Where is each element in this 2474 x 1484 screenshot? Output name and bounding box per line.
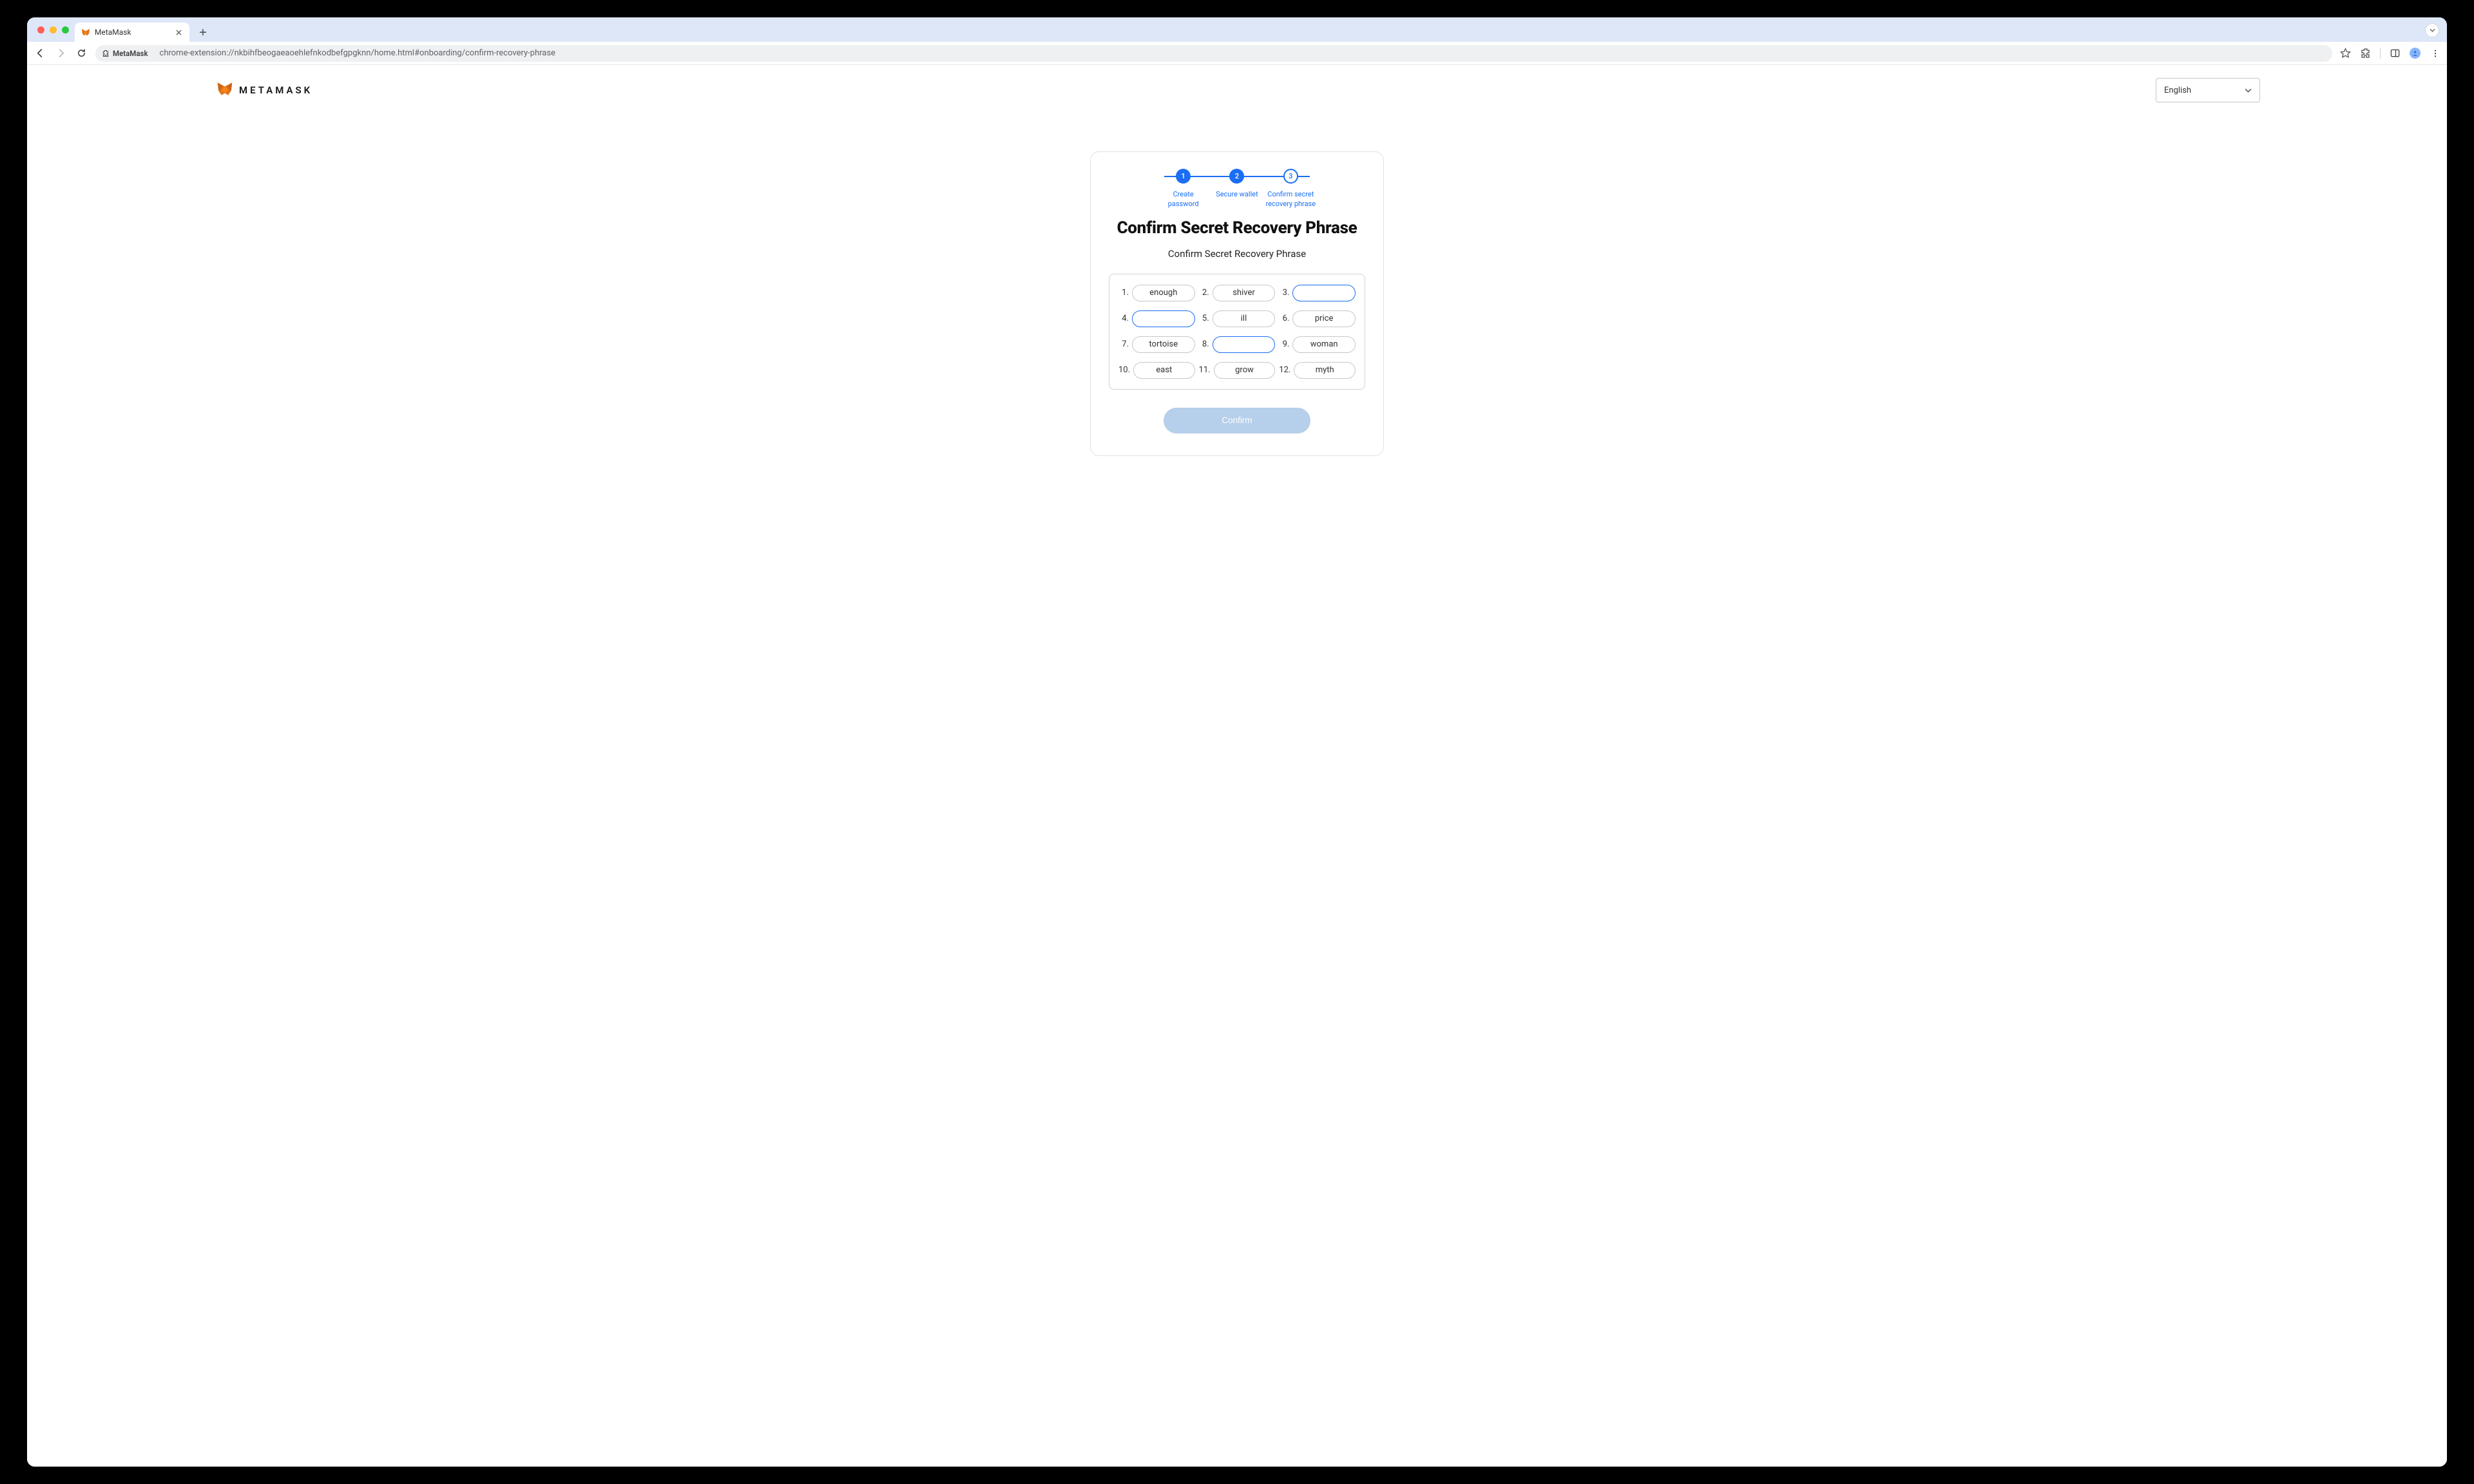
new-tab-button[interactable]	[195, 24, 211, 41]
browser-window: MetaMask MetaMask chrome-extension://n	[27, 17, 2447, 1467]
word-number: 8.	[1199, 339, 1209, 349]
extensions-button[interactable]	[2360, 48, 2371, 59]
step-1-circle: 1	[1176, 169, 1191, 184]
language-select[interactable]: English	[2156, 78, 2260, 102]
brand-name: METAMASK	[239, 84, 312, 96]
word-value: price	[1292, 310, 1356, 327]
toolbar-divider	[2380, 48, 2381, 59]
extension-chip[interactable]: MetaMask	[95, 45, 155, 62]
language-value: English	[2164, 86, 2191, 95]
step-1-label: Create password	[1158, 190, 1209, 209]
page-header: METAMASK English	[27, 65, 2447, 102]
extension-chip-label: MetaMask	[113, 49, 148, 58]
fox-icon	[81, 28, 90, 37]
browser-tab[interactable]: MetaMask	[75, 23, 189, 42]
page-subtitle: Confirm Secret Recovery Phrase	[1109, 248, 1365, 260]
step-2-label: Secure wallet	[1216, 190, 1258, 200]
word-number: 11.	[1199, 365, 1211, 375]
reload-button[interactable]	[75, 47, 88, 60]
word-number: 4.	[1118, 314, 1129, 323]
word-value: grow	[1214, 362, 1276, 379]
chevron-down-icon	[2245, 86, 2252, 95]
side-panel-button[interactable]	[2390, 48, 2401, 59]
step-3-circle: 3	[1283, 169, 1298, 184]
toolbar-actions	[2340, 48, 2440, 59]
page-content: METAMASK English 1 Create password 2 Sec…	[27, 65, 2447, 1467]
recovery-phrase-grid: 1.enough 2. shiver3. 4. 5. ill6.price 7.tortoi…	[1109, 274, 1365, 390]
extension-icon	[102, 50, 110, 57]
word-value: myth	[1294, 362, 1356, 379]
menu-button[interactable]	[2430, 48, 2440, 59]
step-2-circle: 2	[1229, 169, 1244, 184]
word-number: 9.	[1279, 339, 1289, 349]
page-title: Confirm Secret Recovery Phrase	[1109, 218, 1365, 238]
word-cell-10: 10.east	[1118, 362, 1195, 379]
word-value: shiver	[1213, 285, 1276, 301]
word-input[interactable]	[1132, 310, 1195, 327]
tab-title: MetaMask	[95, 28, 169, 37]
word-number: 10.	[1118, 365, 1130, 375]
close-tab-button[interactable]	[174, 28, 183, 37]
brand: METAMASK	[217, 81, 312, 99]
word-cell-11: 11.grow	[1199, 362, 1276, 379]
step-3: 3 Confirm secret recovery phrase	[1264, 169, 1318, 209]
word-input[interactable]	[1213, 336, 1276, 353]
stepper: 1 Create password 2 Secure wallet 3 Conf…	[1156, 169, 1318, 209]
step-1: 1 Create password	[1156, 169, 1210, 209]
word-cell-12: 12. myth	[1279, 362, 1356, 379]
minimize-window-button[interactable]	[50, 26, 57, 33]
tab-search-button[interactable]	[2425, 23, 2439, 37]
word-cell-4: 4.	[1118, 310, 1195, 327]
word-cell-9: 9.woman	[1279, 336, 1356, 353]
word-value: ill	[1213, 310, 1276, 327]
word-number: 5.	[1199, 314, 1209, 323]
word-cell-8: 8.	[1199, 336, 1276, 353]
confirm-button[interactable]: Confirm	[1164, 408, 1310, 433]
word-number: 12.	[1279, 365, 1290, 375]
maximize-window-button[interactable]	[62, 26, 69, 33]
word-number: 2.	[1199, 288, 1209, 298]
tab-strip: MetaMask	[27, 17, 2447, 42]
browser-toolbar: MetaMask chrome-extension://nkbihfbeogae…	[27, 42, 2447, 65]
word-input[interactable]	[1292, 285, 1356, 301]
step-2: 2 Secure wallet	[1210, 169, 1263, 200]
onboarding-card: 1 Create password 2 Secure wallet 3 Conf…	[1090, 151, 1384, 456]
word-cell-1: 1.enough	[1118, 285, 1195, 301]
address-bar[interactable]: MetaMask chrome-extension://nkbihfbeogae…	[95, 44, 2332, 62]
window-controls	[37, 26, 69, 33]
word-value: east	[1133, 362, 1195, 379]
close-window-button[interactable]	[37, 26, 44, 33]
word-cell-7: 7.tortoise	[1118, 336, 1195, 353]
word-cell-6: 6.price	[1279, 310, 1356, 327]
back-button[interactable]	[34, 47, 46, 60]
word-value: woman	[1292, 336, 1356, 353]
word-number: 1.	[1118, 288, 1129, 298]
fox-icon	[217, 81, 233, 99]
word-number: 3.	[1279, 288, 1289, 298]
word-cell-2: 2. shiver	[1199, 285, 1276, 301]
bookmark-button[interactable]	[2340, 48, 2351, 59]
profile-button[interactable]	[2410, 48, 2421, 59]
word-value: enough	[1132, 285, 1195, 301]
word-cell-5: 5. ill	[1199, 310, 1276, 327]
word-number: 7.	[1118, 339, 1129, 349]
url-text: chrome-extension://nkbihfbeogaeaoehlefnk…	[155, 45, 2332, 62]
word-cell-3: 3.	[1279, 285, 1356, 301]
step-3-label: Confirm secret recovery phrase	[1265, 190, 1316, 209]
word-value: tortoise	[1132, 336, 1195, 353]
word-number: 6.	[1279, 314, 1289, 323]
forward-button[interactable]	[54, 47, 67, 60]
